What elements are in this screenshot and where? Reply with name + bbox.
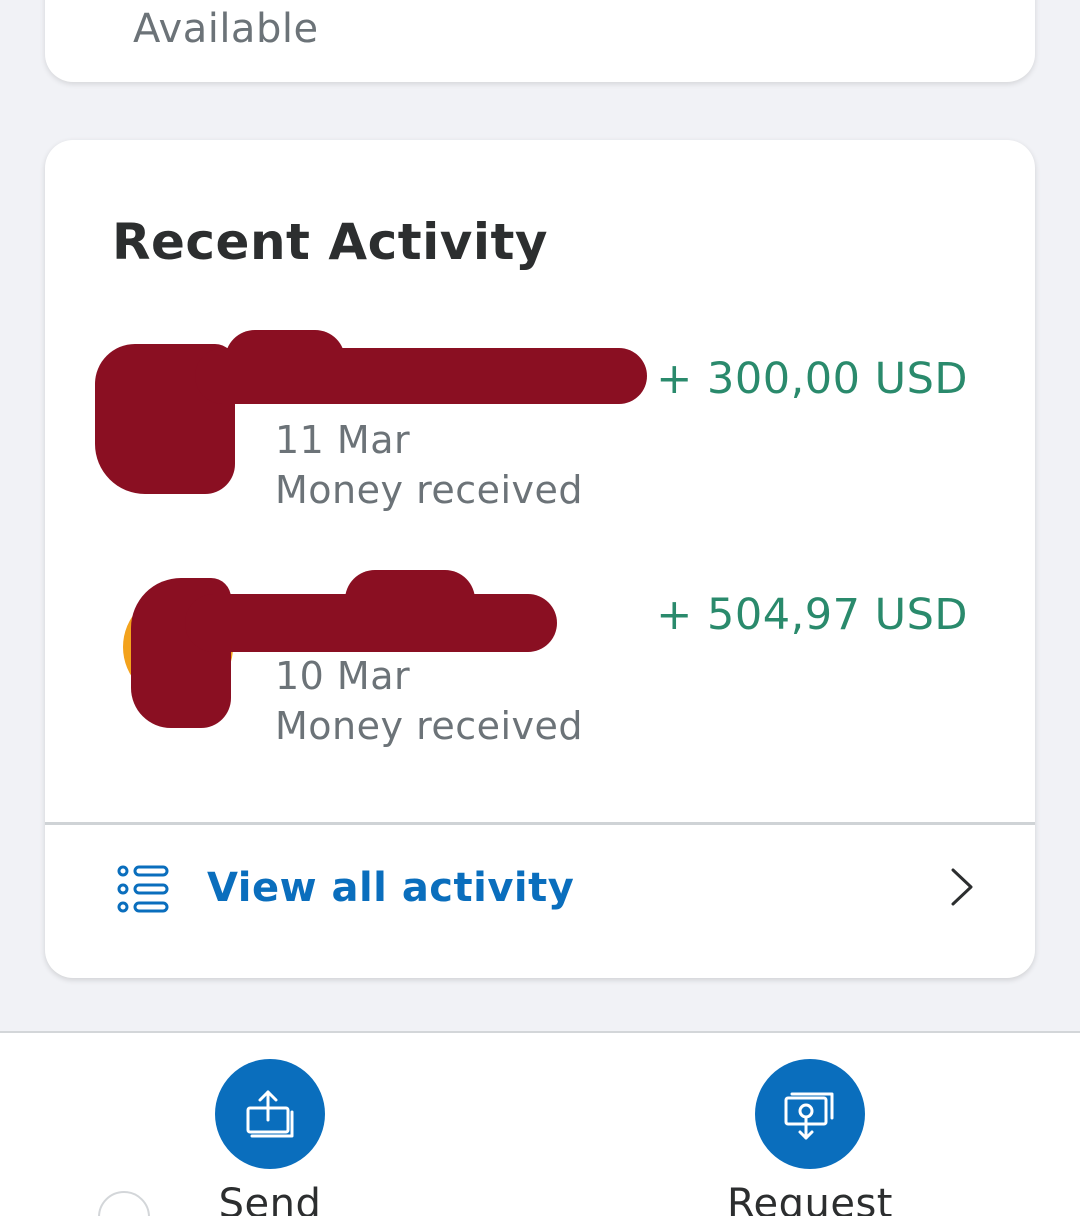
transaction-description: Money received — [275, 704, 584, 748]
transaction-date: 10 Mar — [275, 654, 411, 698]
activity-screen: Available Recent Activity 11 Mar Money r… — [0, 0, 1080, 1216]
view-all-activity-label: View all activity — [207, 865, 575, 911]
transaction-row[interactable]: 11 Mar Money received + 300,00 USD — [45, 322, 1035, 522]
chevron-right-icon — [947, 867, 977, 907]
transaction-row[interactable]: 10 Mar Money received + 504,97 USD — [45, 558, 1035, 758]
transaction-amount: + 300,00 USD — [656, 354, 968, 404]
send-money-icon[interactable] — [215, 1059, 325, 1169]
recent-activity-card: Recent Activity 11 Mar Money received + … — [45, 140, 1035, 978]
transaction-description: Money received — [275, 468, 584, 512]
request-label: Request — [727, 1181, 893, 1216]
list-icon — [117, 865, 171, 913]
redaction-mark — [195, 348, 647, 404]
request-money-icon[interactable] — [755, 1059, 865, 1169]
recent-activity-title: Recent Activity — [112, 213, 548, 271]
balance-card[interactable]: Available — [45, 0, 1035, 82]
transaction-amount: + 504,97 USD — [656, 590, 968, 640]
balance-available-label: Available — [133, 6, 319, 52]
send-label: Send — [218, 1181, 322, 1216]
bottom-action-bar: Send Request — [0, 1031, 1080, 1216]
redaction-mark — [185, 594, 557, 652]
transaction-date: 11 Mar — [275, 418, 411, 462]
request-button[interactable]: Request — [690, 1059, 930, 1216]
view-all-activity-button[interactable]: View all activity — [45, 825, 1035, 978]
small-circle-indicator — [98, 1191, 150, 1216]
send-button[interactable]: Send — [150, 1059, 390, 1216]
